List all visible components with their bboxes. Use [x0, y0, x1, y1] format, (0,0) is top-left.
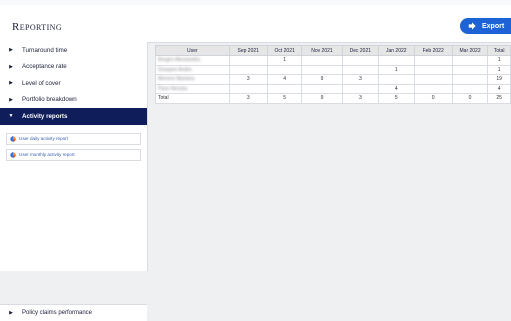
chevron-right-icon: ▶	[9, 310, 13, 316]
value-cell: 4	[266, 74, 303, 85]
table-row: Borges Alessandra 1 1	[155, 55, 511, 66]
value-cell: 3	[228, 93, 268, 104]
sidebar: ▶ Turnaround time ▶ Acceptance rate ▶ Le…	[0, 42, 148, 321]
total-cell: 1	[487, 55, 511, 66]
table-header-row: User Sep 2021 Oct 2021 Nov 2021 Dec 2021…	[155, 45, 511, 56]
value-cell: 3	[341, 74, 380, 85]
sidebar-item-label: Turnaround time	[22, 46, 68, 54]
export-button[interactable]: Export	[460, 18, 511, 34]
user-cell: Borges Alessandra	[155, 55, 230, 66]
activity-report-table: User Sep 2021 Oct 2021 Nov 2021 Dec 2021…	[155, 45, 511, 104]
sidebar-item-level-of-cover[interactable]: ▶ Level of cover	[0, 75, 147, 92]
column-header[interactable]: Nov 2021	[301, 45, 343, 56]
chart-pie-icon	[10, 151, 16, 158]
value-cell: 9	[301, 74, 343, 85]
page-header: Reporting Export	[0, 5, 511, 43]
value-cell	[451, 55, 489, 66]
value-cell	[451, 83, 489, 94]
value-cell	[228, 55, 268, 66]
chevron-right-icon: ▶	[9, 80, 13, 87]
user-daily-activity-report-link[interactable]: User daily activity report	[6, 132, 141, 145]
sidebar-item-portfolio-breakdown[interactable]: ▶ Portfolio breakdown	[0, 92, 147, 109]
user-cell: Pavo Nicosia	[155, 83, 230, 94]
sidebar-item-policy-claims-performance[interactable]: ▶ Policy claims performance	[0, 304, 147, 321]
user-cell: Graspen Andre	[155, 64, 230, 75]
chevron-right-icon: ▶	[9, 63, 13, 70]
sub-item-label: User daily activity report	[19, 136, 69, 141]
value-cell	[378, 74, 415, 85]
value-cell: 0	[413, 93, 453, 104]
table-row: Moreno Mariana 3 4 9 3 19	[155, 74, 511, 85]
column-header[interactable]: Mar 2022	[451, 45, 489, 56]
column-header[interactable]: User	[155, 45, 230, 56]
value-cell	[341, 64, 380, 75]
sidebar-item-label: Level of cover	[22, 79, 61, 87]
total-cell: 1	[487, 64, 511, 75]
total-cell: 25	[487, 93, 511, 104]
column-header[interactable]: Feb 2022	[413, 45, 453, 56]
value-cell: 9	[301, 93, 343, 104]
table-row: Graspen Andre 1 1	[155, 64, 511, 75]
value-cell	[341, 55, 380, 66]
total-label-cell: Total	[155, 93, 230, 104]
column-header[interactable]: Dec 2021	[341, 45, 380, 56]
value-cell: 0	[451, 93, 489, 104]
sidebar-item-label: Policy claims performance	[22, 310, 93, 316]
table-row: Pavo Nicosia 4 4	[155, 83, 511, 94]
chevron-right-icon: ▶	[9, 96, 13, 103]
column-header[interactable]: Jan 2022	[378, 45, 415, 56]
chart-pie-icon	[10, 135, 16, 142]
main-content: User Sep 2021 Oct 2021 Nov 2021 Dec 2021…	[148, 42, 511, 271]
value-cell	[301, 55, 343, 66]
value-cell: 4	[378, 83, 415, 94]
value-cell: 5	[378, 93, 415, 104]
chevron-right-icon: ▶	[9, 47, 13, 54]
user-cell: Moreno Mariana	[155, 74, 230, 85]
value-cell: 1	[266, 55, 303, 66]
column-header[interactable]: Oct 2021	[266, 45, 303, 56]
value-cell: 3	[341, 93, 380, 104]
value-cell	[301, 64, 343, 75]
value-cell	[341, 83, 380, 94]
total-cell: 19	[487, 74, 511, 85]
value-cell	[228, 64, 268, 75]
column-header[interactable]: Sep 2021	[228, 45, 268, 56]
value-cell	[228, 83, 268, 94]
value-cell	[301, 83, 343, 94]
activity-report-list: User daily activity report User monthly …	[0, 125, 147, 161]
sidebar-item-label: Activity reports	[22, 112, 68, 120]
value-cell	[413, 64, 453, 75]
value-cell	[451, 74, 489, 85]
value-cell	[413, 74, 453, 85]
export-label: Export	[482, 22, 505, 30]
value-cell	[413, 83, 453, 94]
sidebar-item-acceptance-rate[interactable]: ▶ Acceptance rate	[0, 59, 147, 76]
value-cell: 3	[228, 74, 268, 85]
value-cell	[413, 55, 453, 66]
export-icon	[468, 22, 476, 30]
sub-item-label: User monthly activity report	[19, 152, 75, 157]
table-total-row: Total 3 5 9 3 5 0 0 25	[155, 93, 511, 104]
column-header[interactable]: Total	[487, 45, 511, 56]
value-cell: 5	[266, 93, 303, 104]
sidebar-item-label: Acceptance rate	[22, 63, 67, 71]
page-title: Reporting	[12, 21, 63, 33]
value-cell	[378, 55, 415, 66]
value-cell	[266, 64, 303, 75]
sidebar-item-label: Portfolio breakdown	[22, 96, 77, 104]
chevron-down-icon: ▼	[8, 113, 14, 120]
sidebar-item-activity-reports[interactable]: ▼ Activity reports	[0, 108, 147, 125]
value-cell: 1	[378, 64, 415, 75]
sidebar-item-turnaround-time[interactable]: ▶ Turnaround time	[0, 42, 147, 59]
value-cell	[451, 64, 489, 75]
user-monthly-activity-report-link[interactable]: User monthly activity report	[6, 148, 141, 161]
value-cell	[266, 83, 303, 94]
total-cell: 4	[487, 83, 511, 94]
